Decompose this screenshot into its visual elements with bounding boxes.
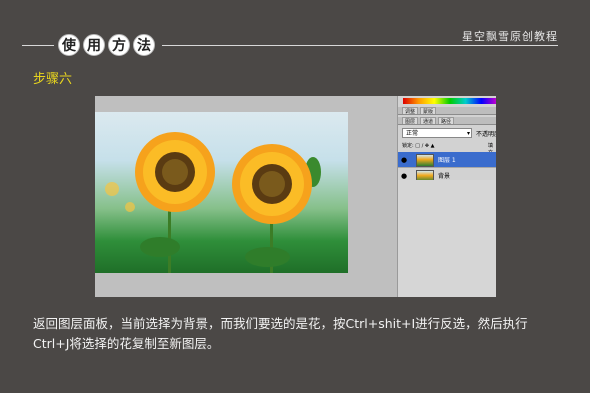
layers-empty-area	[398, 180, 496, 297]
step-title: 步骤六	[33, 72, 73, 87]
tab-layers[interactable]: 图层	[402, 117, 419, 125]
color-ramp[interactable]	[403, 98, 496, 104]
method-char: 用	[83, 34, 105, 56]
tab-channels[interactable]: 通道	[420, 117, 437, 125]
blend-mode-value: 正常	[406, 130, 419, 137]
layers-panel: 调整 蒙版 图层 通道 路径 正常 ▾ 不透明度 锁定: □ ∕ ✥ ▲ 填充 …	[397, 96, 496, 297]
tab-mask[interactable]: 蒙版	[420, 107, 437, 115]
layer-name: 图层 1	[438, 157, 456, 164]
sunflower-image	[95, 112, 348, 273]
layer-name: 背景	[438, 173, 451, 180]
chevron-down-icon: ▾	[466, 130, 470, 137]
step-description: 返回图层面板，当前选择为背景，而我们要选的是花，按Ctrl+shit+I进行反选…	[33, 316, 528, 351]
eye-icon[interactable]: ●	[401, 156, 407, 164]
layer-row-layer1[interactable]: ● 图层 1	[398, 152, 496, 168]
lock-icons[interactable]: □ ∕ ✥ ▲	[415, 143, 434, 149]
blend-mode-select[interactable]: 正常 ▾	[402, 128, 472, 138]
lock-label: 锁定:	[402, 143, 414, 149]
tab-adjust[interactable]: 调整	[402, 107, 419, 115]
lock-row: 锁定: □ ∕ ✥ ▲	[402, 142, 435, 149]
header-line-right	[162, 45, 558, 46]
eye-icon[interactable]: ●	[401, 172, 407, 180]
brand-label: 星空飘雪原创教程	[462, 30, 558, 43]
layer-thumbnail	[416, 154, 434, 167]
method-char: 使	[58, 34, 80, 56]
layers-tabrow: 图层 通道 路径	[398, 117, 496, 125]
method-char: 法	[133, 34, 155, 56]
opacity-label: 不透明度	[476, 131, 496, 138]
header-line-left	[22, 45, 54, 46]
canvas-area	[95, 96, 397, 297]
adjust-tabrow: 调整 蒙版	[398, 107, 496, 115]
tab-paths[interactable]: 路径	[438, 117, 455, 125]
method-title: 使 用 方 法	[58, 34, 155, 56]
photoshop-screenshot: 调整 蒙版 图层 通道 路径 正常 ▾ 不透明度 锁定: □ ∕ ✥ ▲ 填充 …	[95, 96, 496, 297]
sunflowers-graphic	[135, 132, 312, 224]
method-char: 方	[108, 34, 130, 56]
